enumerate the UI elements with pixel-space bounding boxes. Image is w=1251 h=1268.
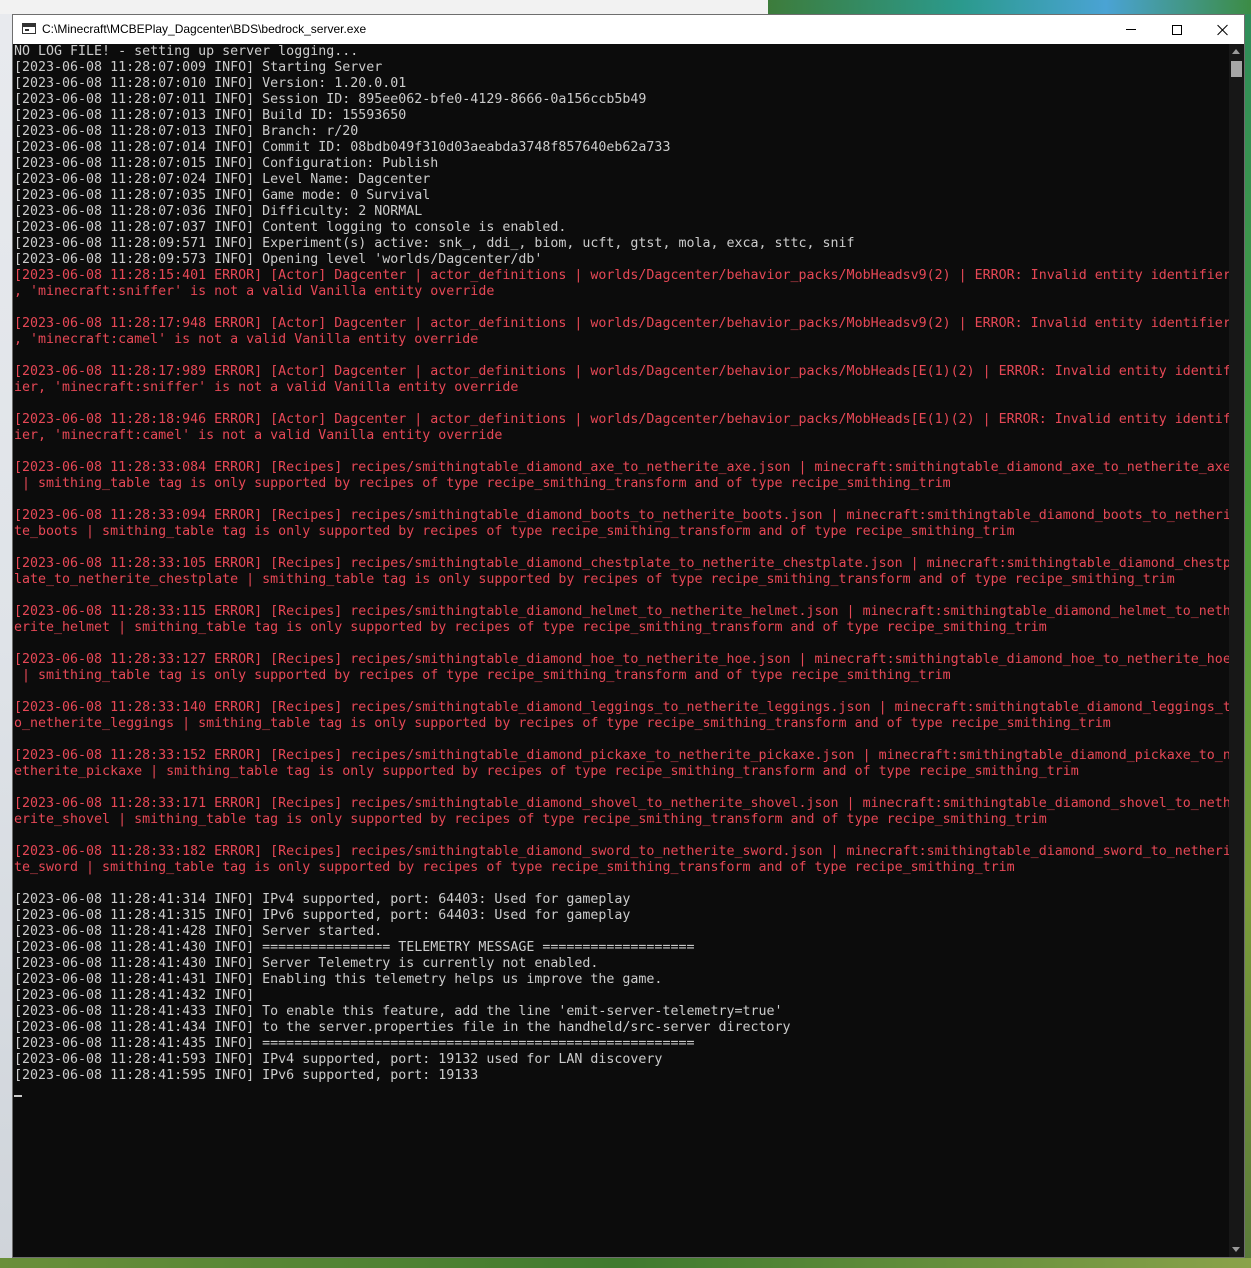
log-line-error: erite_shovel | smithing_table tag is onl… [14,812,1047,827]
log-line-error: | smithing_table tag is only supported b… [14,668,951,683]
log-line: [2023-06-08 11:28:07:015 INFO] Configura… [14,156,439,171]
log-line: [2023-06-08 11:28:07:037 INFO] Content l… [14,220,567,235]
minimize-icon [1126,29,1136,30]
log-line: [2023-06-08 11:28:07:009 INFO] Starting … [14,60,383,75]
log-line-error: erite_helmet | smithing_table tag is onl… [14,620,1047,635]
vertical-scrollbar[interactable] [1229,44,1244,1257]
log-line [14,876,1229,892]
window-title: C:\Minecraft\MCBEPlay_Dagcenter\BDS\bedr… [42,22,367,36]
log-line [14,396,1229,412]
log-line [14,636,1229,652]
log-line [14,348,1229,364]
log-line: [2023-06-08 11:28:07:036 INFO] Difficult… [14,204,423,219]
log-line: [2023-06-08 11:28:41:430 INFO] =========… [14,940,695,955]
minimize-button[interactable] [1108,15,1154,44]
log-line [14,684,1229,700]
text-cursor [14,1095,22,1097]
title-bar[interactable]: C:\Minecraft\MCBEPlay_Dagcenter\BDS\bedr… [13,15,1244,44]
desktop-background [0,0,768,14]
log-line-error: , 'minecraft:camel' is not a valid Vanil… [14,332,479,347]
log-line: [2023-06-08 11:28:07:010 INFO] Version: … [14,76,407,91]
log-lines: NO LOG FILE! - setting up server logging… [13,44,1229,1084]
log-line-error: [2023-06-08 11:28:33:171 ERROR] [Recipes… [14,796,1229,811]
desktop-background [768,0,1251,14]
log-line: [2023-06-08 11:28:41:428 INFO] Server st… [14,924,383,939]
log-line-error: [2023-06-08 11:28:33:127 ERROR] [Recipes… [14,652,1229,667]
log-line: [2023-06-08 11:28:41:430 INFO] Server Te… [14,956,599,971]
log-line: [2023-06-08 11:28:09:571 INFO] Experimen… [14,236,855,251]
log-line-error: te_boots | smithing_table tag is only su… [14,524,1015,539]
log-line: [2023-06-08 11:28:41:593 INFO] IPv4 supp… [14,1052,663,1067]
log-line: [2023-06-08 11:28:41:433 INFO] To enable… [14,1004,783,1019]
log-line: [2023-06-08 11:28:41:434 INFO] to the se… [14,1020,791,1035]
desktop-background [0,1258,1251,1268]
console-window: C:\Minecraft\MCBEPlay_Dagcenter\BDS\bedr… [12,14,1245,1258]
close-button[interactable] [1200,15,1246,44]
log-line: [2023-06-08 11:28:41:432 INFO] [14,988,255,1003]
console-output[interactable]: NO LOG FILE! - setting up server logging… [13,44,1229,1257]
log-line: [2023-06-08 11:28:07:013 INFO] Build ID:… [14,108,407,123]
log-line [14,300,1229,316]
log-line-error: | smithing_table tag is only supported b… [14,476,951,491]
log-line: [2023-06-08 11:28:07:014 INFO] Commit ID… [14,140,671,155]
log-line-error: [2023-06-08 11:28:33:094 ERROR] [Recipes… [14,508,1229,523]
log-line-error: [2023-06-08 11:28:33:152 ERROR] [Recipes… [14,748,1229,763]
log-line [14,444,1229,460]
log-line: [2023-06-08 11:28:07:035 INFO] Game mode… [14,188,431,203]
log-line-error: late_to_netherite_chestplate | smithing_… [14,572,1175,587]
log-line: NO LOG FILE! - setting up server logging… [14,44,359,59]
log-line-error: , 'minecraft:sniffer' is not a valid Van… [14,284,495,299]
log-line-error: [2023-06-08 11:28:33:115 ERROR] [Recipes… [14,604,1229,619]
close-icon [1217,24,1229,36]
log-line [14,588,1229,604]
maximize-icon [1172,24,1182,35]
maximize-button[interactable] [1154,15,1200,44]
log-line-error: [2023-06-08 11:28:17:989 ERROR] [Actor] … [14,364,1229,379]
log-line: [2023-06-08 11:28:07:013 INFO] Branch: r… [14,124,359,139]
log-line-error: te_sword | smithing_table tag is only su… [14,860,1015,875]
log-line [14,732,1229,748]
log-line [14,492,1229,508]
log-line-error: [2023-06-08 11:28:18:946 ERROR] [Actor] … [14,412,1229,427]
log-line-error: o_netherite_leggings | smithing_table ta… [14,716,1111,731]
log-line: [2023-06-08 11:28:41:315 INFO] IPv6 supp… [14,908,631,923]
log-line: [2023-06-08 11:28:41:314 INFO] IPv4 supp… [14,892,631,907]
log-line: [2023-06-08 11:28:07:024 INFO] Level Nam… [14,172,431,187]
log-line-error: [2023-06-08 11:28:33:084 ERROR] [Recipes… [14,460,1229,475]
log-line-error: [2023-06-08 11:28:33:140 ERROR] [Recipes… [14,700,1229,715]
scrollbar-thumb[interactable] [1231,61,1242,77]
log-line: [2023-06-08 11:28:09:573 INFO] Opening l… [14,252,543,267]
scroll-down-arrow-icon[interactable] [1232,1247,1240,1252]
log-line-error: ier, 'minecraft:camel' is not a valid Va… [14,428,503,443]
log-line-error: [2023-06-08 11:28:33:105 ERROR] [Recipes… [14,556,1229,571]
log-line [14,828,1229,844]
log-line [14,780,1229,796]
log-line-error: [2023-06-08 11:28:17:948 ERROR] [Actor] … [14,316,1229,331]
log-line [14,540,1229,556]
log-line-error: etherite_pickaxe | smithing_table tag is… [14,764,1079,779]
log-line-error: ier, 'minecraft:sniffer' is not a valid … [14,380,519,395]
log-line-error: [2023-06-08 11:28:33:182 ERROR] [Recipes… [14,844,1229,859]
background-window-edge [0,14,12,1268]
log-line: [2023-06-08 11:28:41:435 INFO] =========… [14,1036,695,1051]
log-line: [2023-06-08 11:28:07:011 INFO] Session I… [14,92,647,107]
desktop-background [1245,14,1251,1268]
console-app-icon[interactable] [22,23,36,34]
log-line: [2023-06-08 11:28:41:431 INFO] Enabling … [14,972,663,987]
log-line: [2023-06-08 11:28:41:595 INFO] IPv6 supp… [14,1068,479,1083]
scroll-up-arrow-icon[interactable] [1232,49,1240,54]
log-line-error: [2023-06-08 11:28:15:401 ERROR] [Actor] … [14,268,1229,283]
